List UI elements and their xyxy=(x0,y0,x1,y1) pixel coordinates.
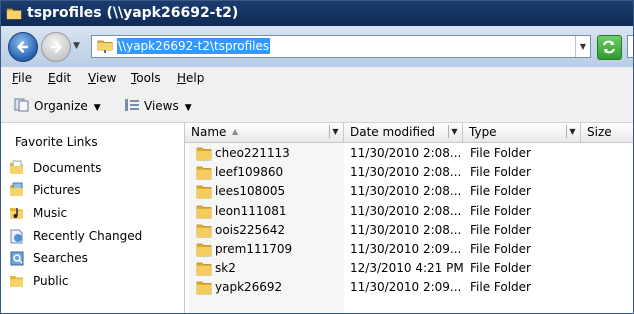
address-row: ▼ \\yapk26692-t2\tsprofiles ▼ xyxy=(1,26,633,67)
address-path[interactable]: \\yapk26692-t2\tsprofiles xyxy=(117,38,271,54)
file-row[interactable]: lees108005 11/30/2010 2:08... File Folde… xyxy=(188,182,633,201)
folder-icon xyxy=(196,224,212,238)
folder-icon xyxy=(196,166,212,180)
file-date-modified: 11/30/2010 2:09... xyxy=(350,280,462,295)
folder-icon xyxy=(6,5,22,24)
file-row[interactable]: sk2 12/3/2010 4:21 PM File Folder xyxy=(188,259,633,278)
pictures-folder-icon xyxy=(10,182,23,196)
sort-ascending-icon: ▲ xyxy=(232,127,239,136)
file-date-modified: 11/30/2010 2:08... xyxy=(350,184,462,199)
file-type: File Folder xyxy=(470,146,531,160)
menu-view[interactable]: View xyxy=(88,71,116,85)
views-button[interactable]: Views ▼ xyxy=(124,98,192,113)
back-button[interactable] xyxy=(8,32,38,62)
folder-icon xyxy=(196,282,212,295)
folder-icon xyxy=(196,262,212,276)
organize-icon xyxy=(14,98,29,112)
file-name: leon111081 xyxy=(215,203,287,218)
file-row[interactable]: leef109860 11/30/2010 2:08... File Folde… xyxy=(188,163,633,182)
file-row[interactable]: leon111081 11/30/2010 2:08... File Folde… xyxy=(188,202,633,221)
explorer-window: tsprofiles (\\yapk26692-t2) ▼ \\yapk2669… xyxy=(0,0,634,314)
file-date-modified: 11/30/2010 2:08... xyxy=(350,222,462,237)
file-date-modified: 12/3/2010 4:21 PM xyxy=(350,261,464,276)
title-bar[interactable]: tsprofiles (\\yapk26692-t2) xyxy=(1,1,633,26)
file-name: oois225642 xyxy=(215,222,286,237)
command-toolbar: Organize ▼ Views ▼ xyxy=(1,90,633,123)
file-row[interactable]: prem111709 11/30/2010 2:09... File Folde… xyxy=(188,240,633,259)
file-type: File Folder xyxy=(470,242,531,256)
file-name: yapk26692 xyxy=(215,280,283,295)
file-name: sk2 xyxy=(215,261,236,276)
address-bar[interactable]: \\yapk26692-t2\tsprofiles xyxy=(91,35,591,58)
searches-icon xyxy=(10,251,24,266)
menu-help[interactable]: Help xyxy=(177,71,204,85)
file-type: File Folder xyxy=(470,280,531,295)
file-name: prem111709 xyxy=(215,242,293,256)
menu-bar: File Edit View Tools Help xyxy=(1,67,633,90)
window-title: tsprofiles (\\yapk26692-t2) xyxy=(27,5,239,21)
file-row[interactable]: oois225642 11/30/2010 2:08... File Folde… xyxy=(188,221,633,240)
file-row[interactable]: yapk26692 11/30/2010 2:09... File Folder xyxy=(188,278,633,297)
public-folder-icon xyxy=(10,276,23,287)
file-date-modified: 11/30/2010 2:09... xyxy=(350,242,462,256)
folder-icon xyxy=(196,186,212,199)
forward-arrow-icon xyxy=(50,41,62,53)
file-type: File Folder xyxy=(470,184,531,199)
date-filter-dropdown[interactable]: ▼ xyxy=(448,125,460,138)
name-filter-dropdown[interactable]: ▼ xyxy=(329,125,341,138)
network-folder-icon xyxy=(97,38,113,57)
type-filter-dropdown[interactable]: ▼ xyxy=(566,125,578,138)
file-name: leef109860 xyxy=(215,165,284,180)
music-folder-icon xyxy=(10,208,23,219)
file-type: File Folder xyxy=(470,203,531,218)
organize-button[interactable]: Organize ▼ xyxy=(14,98,101,113)
file-type: File Folder xyxy=(470,165,531,180)
address-dropdown[interactable]: ▼ xyxy=(575,36,590,57)
column-header-size[interactable]: Size xyxy=(581,123,633,143)
menu-tools[interactable]: Tools xyxy=(131,71,161,85)
recent-pages-dropdown[interactable]: ▼ xyxy=(73,41,80,51)
column-header-type[interactable]: Type ▼ xyxy=(463,123,581,143)
folder-icon xyxy=(196,147,212,161)
refresh-icon xyxy=(603,40,615,54)
file-type: File Folder xyxy=(470,261,531,276)
recently-changed-icon xyxy=(10,229,23,244)
folder-icon xyxy=(196,243,212,257)
back-arrow-icon xyxy=(17,41,29,53)
file-row[interactable]: cheo221113 11/30/2010 2:08... File Folde… xyxy=(188,144,633,163)
file-name: lees108005 xyxy=(215,184,286,199)
file-date-modified: 11/30/2010 2:08... xyxy=(350,146,462,160)
column-header-name[interactable]: Name ▲ ▼ xyxy=(185,123,344,143)
file-date-modified: 11/30/2010 2:08... xyxy=(350,203,462,218)
file-name: cheo221113 xyxy=(215,146,290,160)
navigation-pane: Favorite Links Documents Pictures Music … xyxy=(1,123,184,313)
forward-button[interactable] xyxy=(41,32,71,62)
refresh-button[interactable] xyxy=(597,35,622,60)
file-type: File Folder xyxy=(470,222,531,237)
menu-file[interactable]: File xyxy=(12,71,32,85)
search-box[interactable] xyxy=(627,35,633,58)
pane-splitter[interactable] xyxy=(184,123,185,313)
file-date-modified: 11/30/2010 2:08... xyxy=(350,165,462,180)
column-header-date-modified[interactable]: Date modified ▼ xyxy=(344,123,463,143)
folder-icon xyxy=(196,205,212,218)
views-icon xyxy=(125,99,139,111)
favorite-links-heading: Favorite Links xyxy=(15,135,98,149)
documents-folder-icon xyxy=(10,160,23,174)
menu-edit[interactable]: Edit xyxy=(48,71,71,85)
